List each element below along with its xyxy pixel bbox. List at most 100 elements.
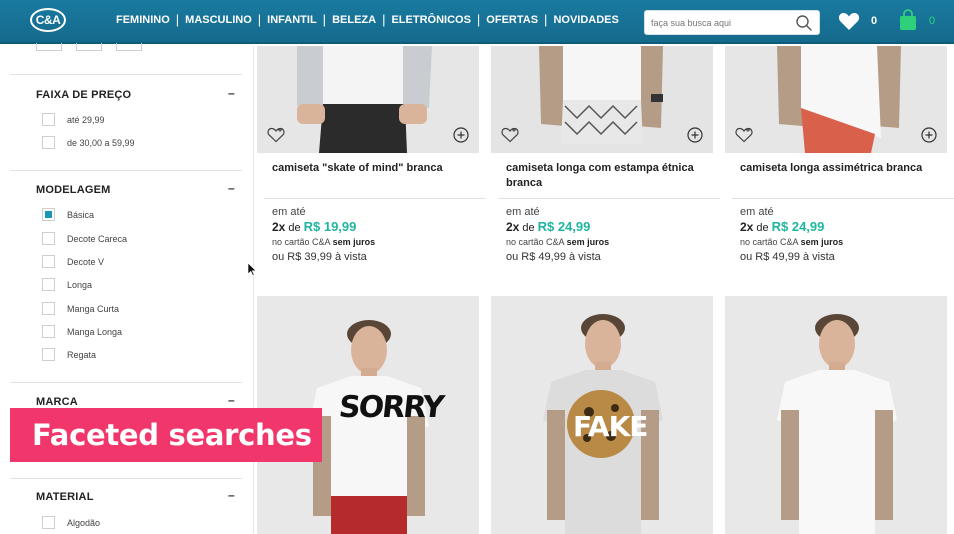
product-name[interactable]: camiseta longa com estampa étnica branca	[506, 161, 716, 191]
nav-beleza[interactable]: BELEZA	[332, 14, 376, 26]
product-divider	[264, 198, 486, 199]
facet-title-modelagem[interactable]: MODELAGEM	[36, 184, 111, 196]
facet-title-material[interactable]: MATERIAL	[36, 491, 94, 503]
add-to-wishlist-icon[interactable]	[735, 127, 753, 143]
filter-option-manga-longa[interactable]: Manga Longa	[42, 325, 122, 338]
checkbox[interactable]	[42, 255, 55, 268]
quick-view-plus-icon[interactable]	[453, 127, 469, 143]
option-label: de 30,00 a 59,99	[67, 137, 135, 148]
nav-feminino[interactable]: FEMININO	[116, 14, 170, 26]
card-terms: no cartão C&A sem juros	[272, 237, 375, 247]
installment-prefix: em até	[740, 206, 774, 218]
installment-count: 2x	[272, 220, 286, 234]
nav-ofertas[interactable]: OFERTAS	[486, 14, 538, 26]
collapse-toggle[interactable]: –	[228, 86, 235, 100]
tshirt-print-text: SORRY	[337, 390, 445, 425]
mouse-cursor-icon	[247, 262, 257, 276]
collapse-toggle[interactable]: –	[228, 181, 235, 195]
video-caption-banner: Faceted searches	[10, 408, 322, 462]
filter-option-manga-curta[interactable]: Manga Curta	[42, 302, 119, 315]
product-image[interactable]	[725, 46, 947, 153]
add-to-wishlist-icon[interactable]	[501, 127, 519, 143]
checkbox[interactable]	[42, 278, 55, 291]
installment-price: 2x de R$ 24,99	[506, 219, 590, 234]
option-label: até 29,99	[67, 114, 105, 125]
checkbox[interactable]	[42, 232, 55, 245]
product-image[interactable]	[491, 46, 713, 153]
checkbox-checked[interactable]	[42, 208, 55, 221]
option-label: Regata	[67, 349, 97, 360]
tshirt-print-text: FAKE	[573, 410, 648, 443]
nav-eletronicos[interactable]: ELETRÔNICOS	[391, 14, 470, 26]
nav-separator: |	[175, 12, 180, 27]
facet-title-price[interactable]: FAIXA DE PREÇO	[36, 89, 131, 101]
filter-option-30-59[interactable]: de 30,00 a 59,99	[42, 136, 135, 149]
facet-divider	[10, 170, 242, 171]
checkbox[interactable]	[42, 113, 55, 126]
nav-separator: |	[382, 12, 386, 27]
card-text: no cartão C&A	[506, 237, 565, 247]
swatch[interactable]	[116, 43, 142, 51]
search-box	[644, 10, 820, 35]
filter-option-longa[interactable]: Longa	[42, 278, 92, 291]
collapse-toggle[interactable]: –	[228, 393, 235, 407]
nav-separator: |	[544, 12, 548, 27]
add-to-wishlist-icon[interactable]	[267, 127, 285, 143]
nav-novidades[interactable]: NOVIDADES	[553, 14, 618, 26]
nav-infantil[interactable]: INFANTIL	[267, 14, 317, 26]
facet-divider	[10, 478, 242, 479]
product-name[interactable]: camiseta "skate of mind" branca	[272, 161, 482, 176]
installment-price: 2x de R$ 24,99	[740, 219, 824, 234]
filter-option-regata[interactable]: Regata	[42, 348, 96, 361]
card-terms-bold: sem juros	[566, 237, 610, 247]
heart-icon[interactable]	[838, 11, 860, 31]
facet-divider	[10, 382, 242, 383]
filter-option-ate-29[interactable]: até 29,99	[42, 113, 105, 126]
favorites-count: 0	[871, 15, 878, 27]
facet-title-marca[interactable]: MARCA	[36, 396, 78, 408]
installment-prefix: em até	[272, 206, 306, 218]
shopping-bag-icon[interactable]	[899, 9, 917, 31]
installment-count: 2x	[506, 220, 520, 234]
checkbox[interactable]	[42, 136, 55, 149]
nav-masculino[interactable]: MASCULINO	[185, 14, 252, 26]
quick-view-plus-icon[interactable]	[921, 127, 937, 143]
nav-separator: |	[476, 12, 481, 27]
option-label: Algodão	[67, 517, 101, 528]
checkbox[interactable]	[42, 348, 55, 361]
filter-option-basica[interactable]: Básica	[42, 208, 94, 221]
cash-price: ou R$ 39,99 à vista	[272, 251, 367, 263]
card-text: no cartão C&A	[272, 237, 331, 247]
checkbox[interactable]	[42, 302, 55, 315]
facet-divider	[10, 74, 242, 75]
cash-price: ou R$ 49,99 à vista	[506, 251, 601, 263]
search-icon[interactable]	[795, 14, 813, 32]
option-label: Básica	[67, 209, 95, 220]
swatch[interactable]	[36, 43, 62, 51]
checkbox[interactable]	[42, 325, 55, 338]
top-navigation-bar: C&A FEMININO | MASCULINO | INFANTIL | BE…	[0, 0, 954, 44]
product-image[interactable]	[725, 296, 947, 534]
card-terms: no cartão C&A sem juros	[506, 237, 609, 247]
swatch[interactable]	[76, 43, 102, 51]
product-divider	[732, 198, 954, 199]
brand-logo[interactable]: C&A	[30, 8, 66, 32]
filter-option-algodao[interactable]: Algodão	[42, 516, 100, 529]
option-label: Decote Careca	[67, 233, 128, 244]
installment-de: de	[522, 222, 535, 234]
product-image[interactable]	[257, 46, 479, 153]
product-image[interactable]: FAKE	[491, 296, 713, 534]
installment-price: 2x de R$ 19,99	[272, 219, 356, 234]
collapse-toggle[interactable]: –	[228, 488, 235, 502]
search-input[interactable]	[651, 15, 791, 31]
card-text: no cartão C&A	[740, 237, 799, 247]
nav-separator: |	[257, 12, 262, 27]
installment-prefix: em até	[506, 206, 540, 218]
installment-count: 2x	[740, 220, 754, 234]
quick-view-plus-icon[interactable]	[687, 127, 703, 143]
checkbox[interactable]	[42, 516, 55, 529]
cash-price: ou R$ 49,99 à vista	[740, 251, 835, 263]
filter-option-decote-v[interactable]: Decote V	[42, 255, 104, 268]
product-name[interactable]: camiseta longa assimétrica branca	[740, 161, 950, 176]
filter-option-decote-careca[interactable]: Decote Careca	[42, 232, 127, 245]
